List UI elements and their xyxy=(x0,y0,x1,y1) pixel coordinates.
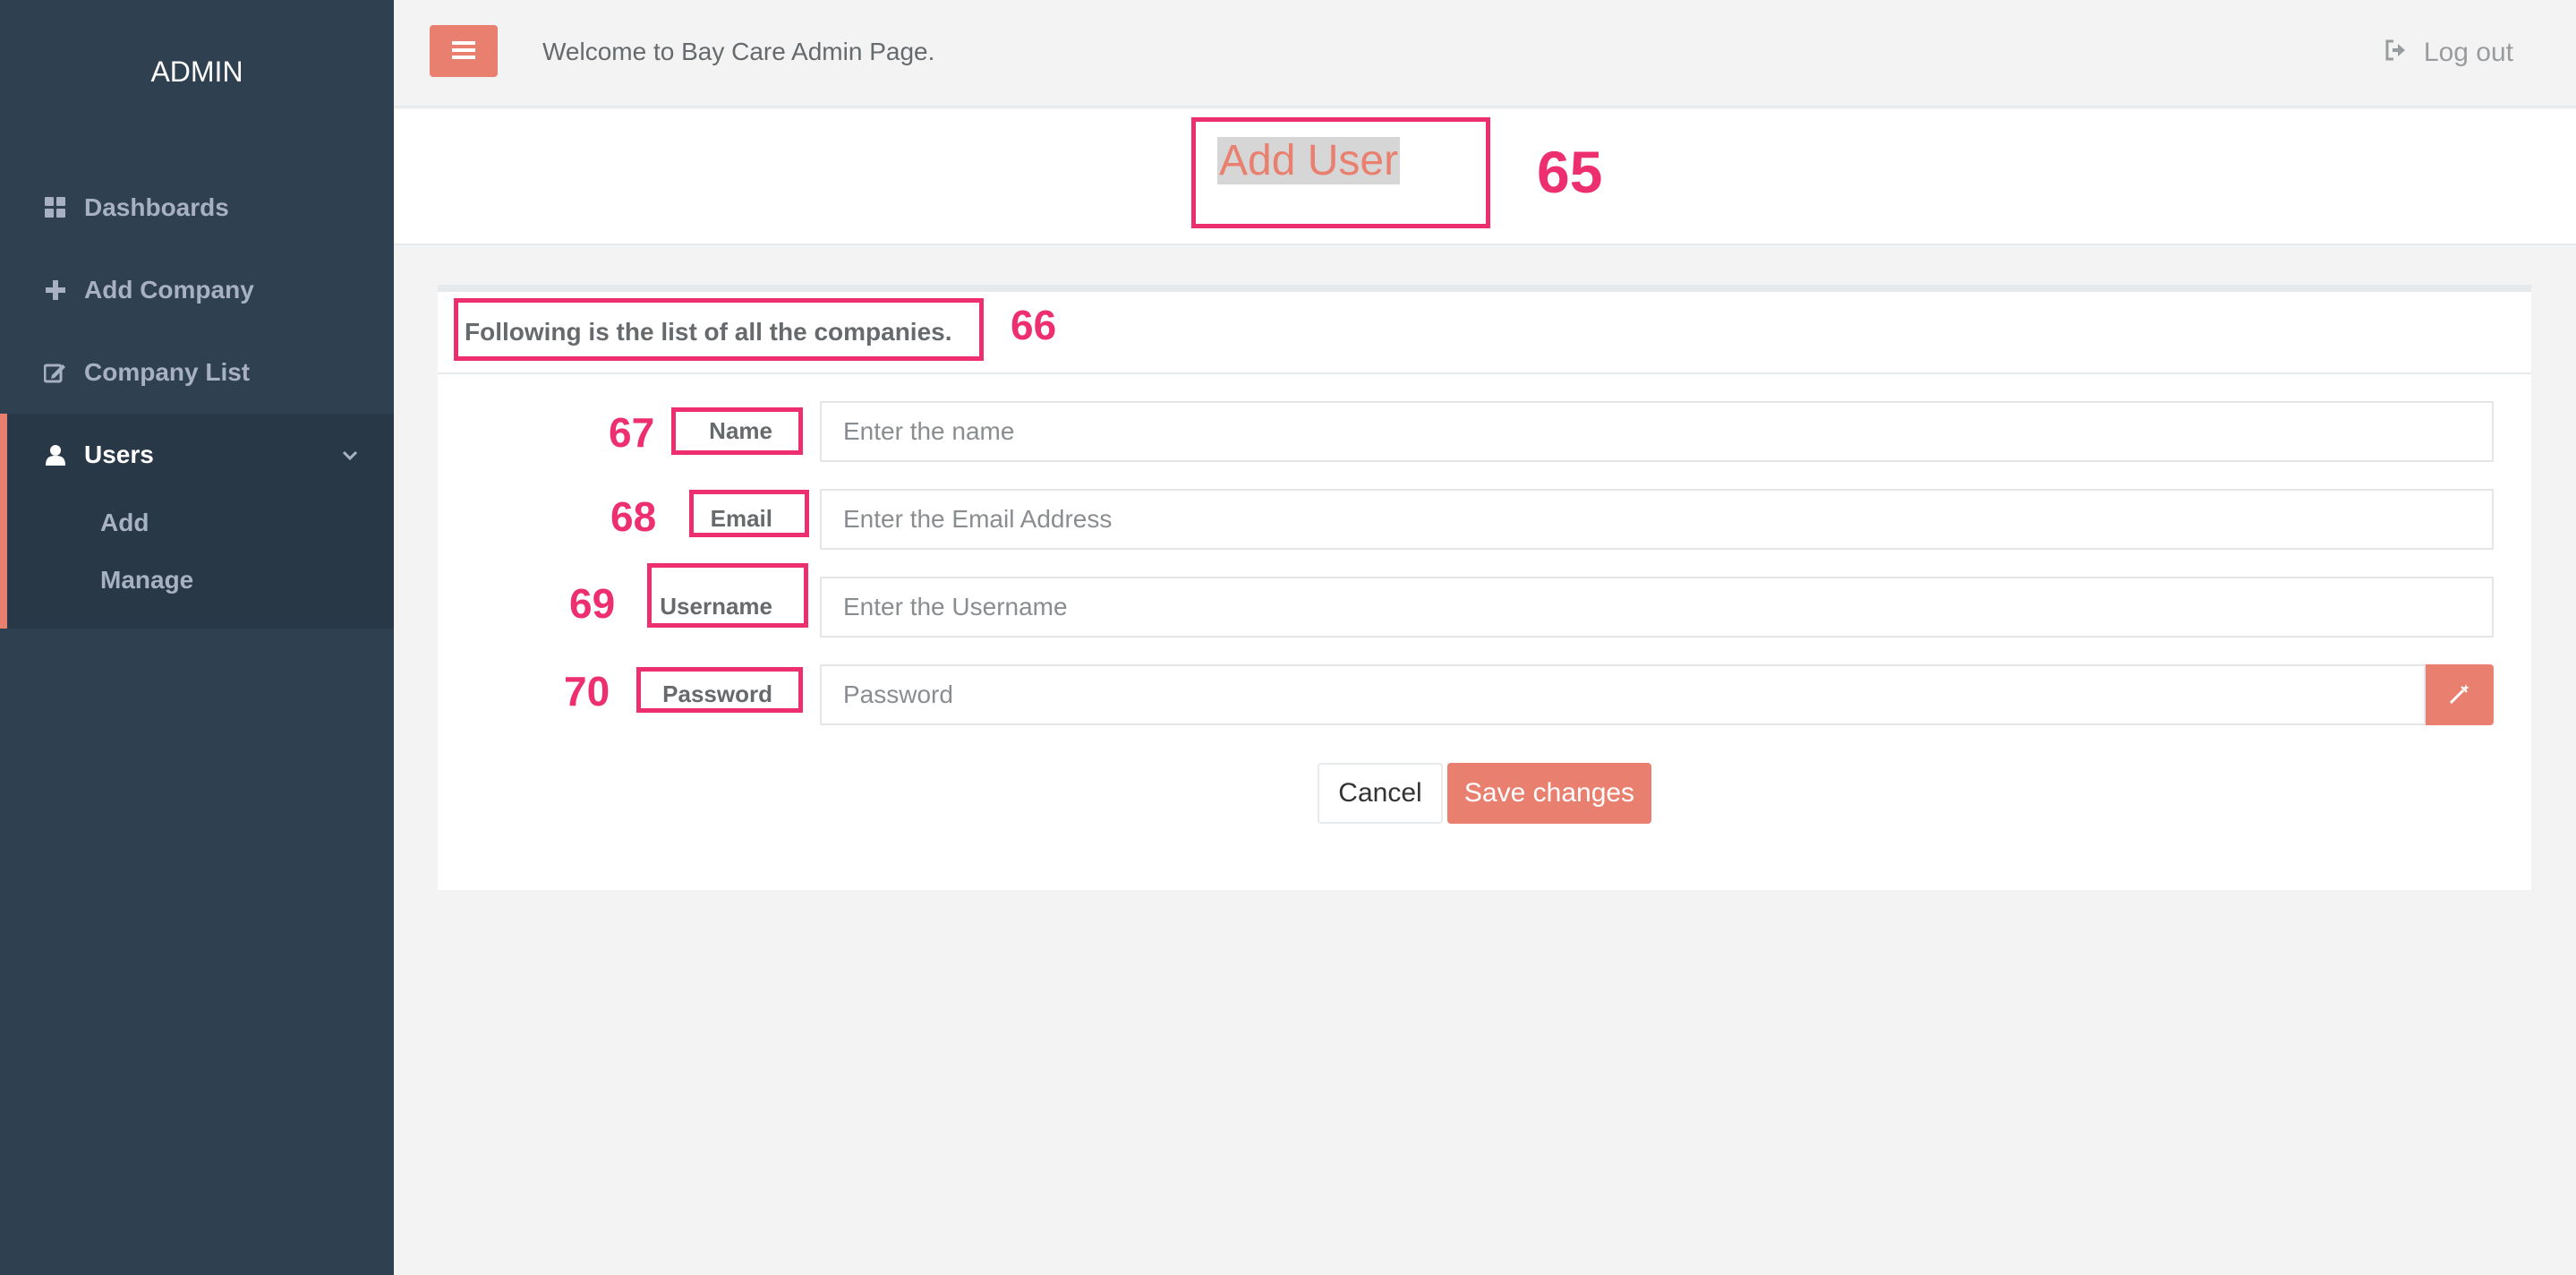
sign-out-icon xyxy=(2384,38,2424,68)
cancel-button[interactable]: Cancel xyxy=(1318,763,1443,824)
edit-icon xyxy=(43,360,68,385)
form-row-password: Password xyxy=(438,664,2531,727)
username-input[interactable] xyxy=(820,577,2494,638)
logout-link[interactable]: Log out xyxy=(2384,38,2513,68)
form-row-email: Email xyxy=(438,489,2531,552)
sidebar-item-company-list[interactable]: Company List xyxy=(0,331,394,414)
sidebar-item-add-company[interactable]: Add Company xyxy=(0,249,394,331)
sidebar-item-label: Users xyxy=(84,441,154,468)
form-row-name: Name xyxy=(438,401,2531,464)
sidebar-users-group: Users Add Manage xyxy=(0,414,394,629)
email-label: Email xyxy=(710,505,772,532)
name-input[interactable] xyxy=(820,401,2494,462)
sidebar-item-dashboards[interactable]: Dashboards xyxy=(0,167,394,249)
brand-logo[interactable]: ADMIN xyxy=(0,56,394,89)
chevron-down-icon[interactable] xyxy=(340,446,360,466)
welcome-message: Welcome to Bay Care Admin Page. xyxy=(542,38,935,65)
sidebar-item-label: Company List xyxy=(84,358,251,386)
hamburger-icon xyxy=(452,40,475,63)
user-icon xyxy=(43,442,68,467)
panel-header: Following is the list of all the compani… xyxy=(438,292,2531,374)
menu-toggle-button[interactable] xyxy=(430,25,498,77)
sidebar: ADMIN Dashboards Add Company Company Lis… xyxy=(0,0,394,1275)
name-label: Name xyxy=(709,417,772,444)
password-label: Password xyxy=(662,680,772,707)
sidebar-item-users[interactable]: Users xyxy=(0,414,394,496)
username-label: Username xyxy=(660,593,772,620)
add-user-panel: Following is the list of all the compani… xyxy=(438,285,2531,890)
sidebar-item-label: Add Company xyxy=(84,276,254,304)
logout-label: Log out xyxy=(2423,38,2513,67)
password-input[interactable] xyxy=(820,664,2426,725)
sidebar-subitem-manage[interactable]: Manage xyxy=(100,566,193,595)
page-title: Add User xyxy=(1217,137,1401,184)
top-navbar: Welcome to Bay Care Admin Page. Log out xyxy=(394,0,2576,107)
save-changes-button[interactable]: Save changes xyxy=(1447,763,1651,824)
grid-icon xyxy=(43,195,68,220)
email-input[interactable] xyxy=(820,489,2494,550)
magic-wand-icon xyxy=(2448,682,2471,708)
page-heading: Add User xyxy=(394,109,2576,245)
app-root: ADMIN Dashboards Add Company Company Lis… xyxy=(0,0,2576,1275)
sidebar-subitem-add[interactable]: Add xyxy=(100,509,149,537)
sidebar-item-label: Dashboards xyxy=(84,193,229,221)
plus-icon xyxy=(43,278,68,303)
generate-password-button[interactable] xyxy=(2426,664,2494,725)
form-row-username: Username xyxy=(438,577,2531,639)
